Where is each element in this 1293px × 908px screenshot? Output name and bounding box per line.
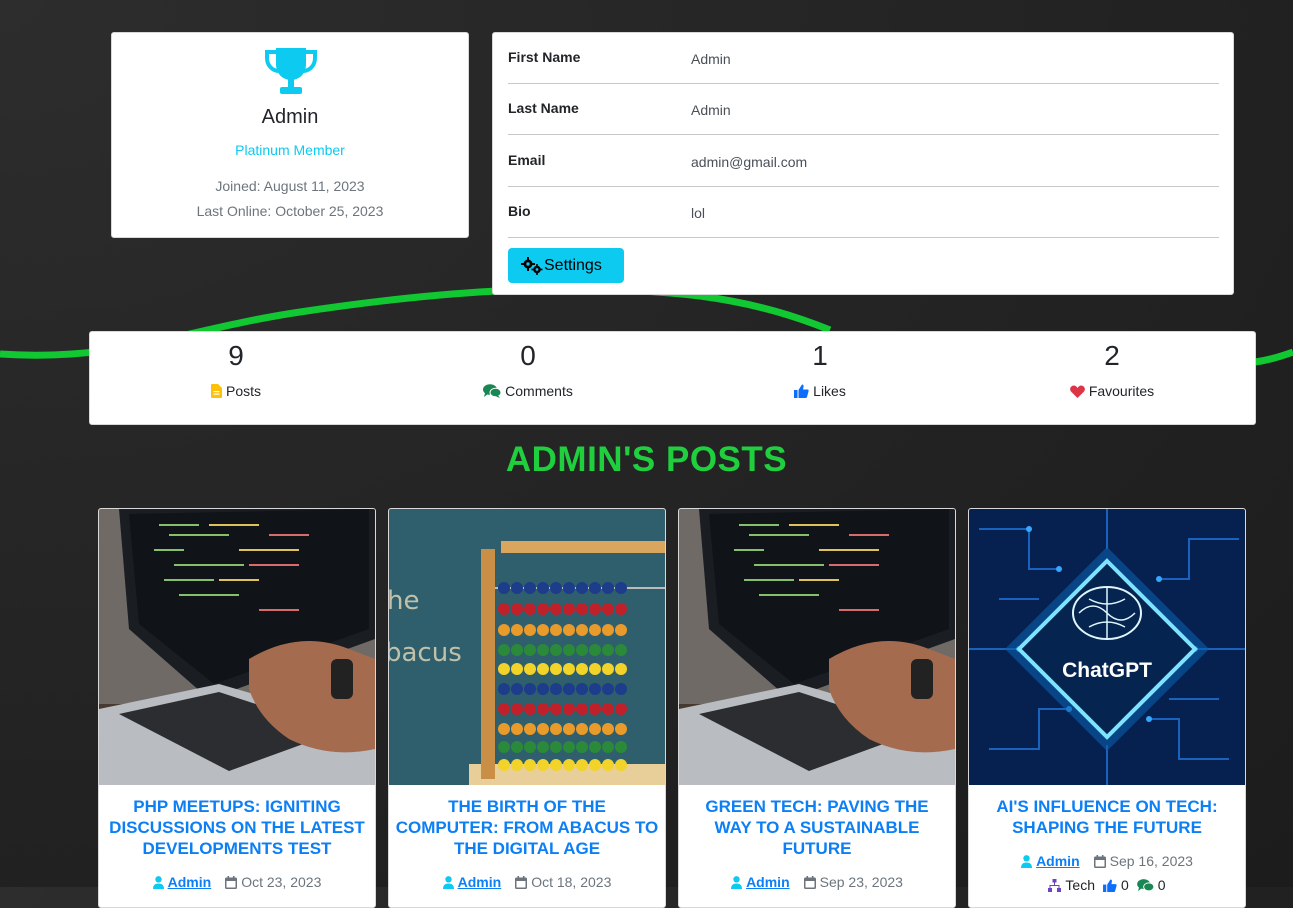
gears-icon	[521, 256, 543, 275]
profile-card: Admin Platinum Member Joined: August 11,…	[111, 32, 469, 238]
sitemap-icon	[1048, 878, 1062, 892]
post-title[interactable]: PHP MEETUPS: IGNITING DISCUSSIONS ON THE…	[105, 796, 369, 859]
heart-icon	[1069, 384, 1085, 398]
stat-count: 0	[520, 340, 536, 371]
stat-label-wrap: Likes	[674, 383, 966, 399]
post-meta: Admin Oct 23, 2023	[99, 874, 375, 890]
comments-icon	[1136, 878, 1154, 891]
svg-text:he: he	[389, 586, 419, 616]
stat-count: 2	[1104, 340, 1120, 371]
post-card[interactable]: PHP MEETUPS: IGNITING DISCUSSIONS ON THE…	[98, 508, 376, 908]
info-row-last-name: Last Name Admin	[508, 84, 1219, 135]
trophy-icon	[265, 48, 317, 94]
settings-label: Settings	[544, 256, 602, 274]
post-comments: 0	[1157, 877, 1166, 893]
post-date: Sep 23, 2023	[819, 874, 903, 890]
comments-icon	[483, 384, 502, 398]
info-row-first-name: First Name Admin	[508, 33, 1219, 84]
last-online: Last Online: October 25, 2023	[196, 203, 384, 219]
info-value: lol	[691, 205, 706, 221]
post-date: Oct 23, 2023	[241, 874, 322, 890]
section-title: ADMIN'S POSTS	[505, 440, 788, 479]
post-title[interactable]: GREEN TECH: PAVING THE WAY TO A SUSTAINA…	[685, 796, 949, 859]
info-value: admin@gmail.com	[691, 154, 808, 170]
joined-date: Joined: August 11, 2023	[215, 178, 365, 194]
stat-label: Favourites	[1088, 383, 1155, 399]
thumbs-up-icon	[1103, 878, 1117, 892]
post-title[interactable]: AI'S INFLUENCE ON TECH: SHAPING THE FUTU…	[975, 796, 1239, 838]
settings-button[interactable]: Settings	[508, 248, 624, 283]
post-image[interactable]	[679, 509, 955, 785]
calendar-icon	[1093, 854, 1106, 868]
post-author-link[interactable]: Admin	[1036, 853, 1080, 869]
post-likes: 0	[1120, 877, 1129, 893]
stat-label-wrap: Favourites	[966, 383, 1258, 399]
post-category[interactable]: Tech	[1065, 877, 1095, 893]
profile-name: Admin	[261, 106, 319, 128]
stats-card: 9 Posts 0 Comments 1 Likes 2 Favourites	[89, 331, 1256, 425]
post-author-link[interactable]: Admin	[458, 874, 502, 890]
stat-label-wrap: Comments	[382, 383, 674, 399]
post-image[interactable]	[99, 509, 375, 785]
post-title[interactable]: THE BIRTH OF THE COMPUTER: FROM ABACUS T…	[395, 796, 659, 859]
post-author-link[interactable]: Admin	[746, 874, 790, 890]
info-label: Last Name	[508, 100, 579, 116]
post-image[interactable]: ChatGPT	[969, 509, 1245, 785]
info-row-email: Email admin@gmail.com	[508, 135, 1219, 187]
post-image[interactable]: he bacus	[389, 509, 665, 785]
info-label: Email	[508, 152, 546, 168]
user-icon	[1021, 854, 1033, 868]
svg-text:bacus: bacus	[389, 638, 462, 668]
post-author-link[interactable]: Admin	[168, 874, 212, 890]
stat-label-wrap: Posts	[90, 383, 382, 399]
stat-label: Likes	[813, 383, 846, 399]
thumbs-up-icon	[794, 384, 809, 398]
post-stats: Tech 0 0	[969, 877, 1245, 893]
info-value: Admin	[691, 102, 731, 118]
post-date: Sep 16, 2023	[1109, 853, 1193, 869]
post-card[interactable]: GREEN TECH: PAVING THE WAY TO A SUSTAINA…	[678, 508, 956, 908]
info-label: Bio	[508, 203, 531, 219]
svg-text:ChatGPT: ChatGPT	[1062, 659, 1152, 682]
stat-label: Posts	[225, 383, 261, 399]
info-value: Admin	[691, 51, 731, 67]
file-icon	[210, 384, 222, 398]
post-meta: Admin Oct 18, 2023	[389, 874, 665, 890]
info-label: First Name	[508, 49, 581, 65]
stat-count: 1	[812, 340, 828, 371]
stat-label: Comments	[505, 383, 573, 399]
post-date: Oct 18, 2023	[531, 874, 612, 890]
membership-badge: Platinum Member	[235, 142, 345, 158]
profile-info-card: First Name Admin Last Name Admin Email a…	[492, 32, 1234, 295]
post-meta: Admin Sep 16, 2023	[969, 853, 1245, 869]
post-card[interactable]: ChatGPT AI'S INFLUENCE ON TECH: SHAPING …	[968, 508, 1246, 908]
info-row-bio: Bio lol	[508, 187, 1219, 238]
post-card[interactable]: he bacus THE BIRTH OF THE COMPUTER: FROM…	[388, 508, 666, 908]
stat-count: 9	[228, 340, 244, 371]
post-meta: Admin Sep 23, 2023	[679, 874, 955, 890]
